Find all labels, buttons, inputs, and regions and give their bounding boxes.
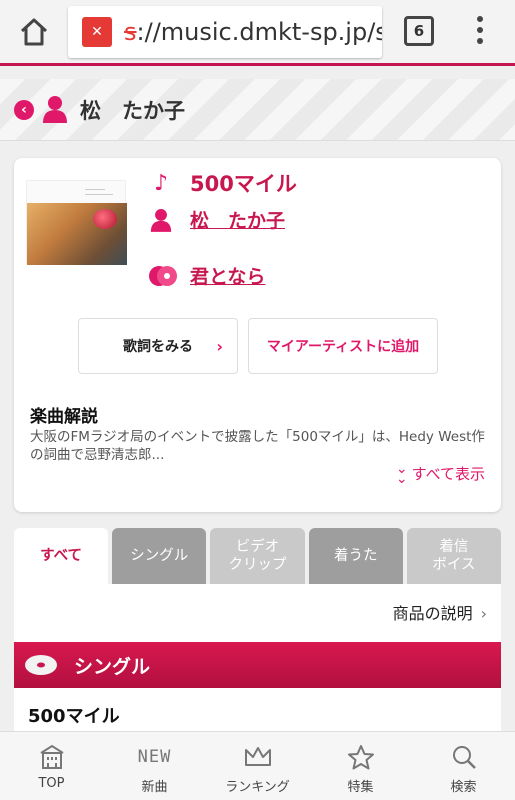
chevron-right-icon: › [216, 336, 223, 356]
tab-all[interactable]: すべて [14, 528, 109, 584]
overflow-menu-icon[interactable] [468, 12, 492, 52]
nav-search-label: 検索 [450, 780, 477, 795]
add-my-artist-button[interactable]: マイアーティストに追加 [248, 318, 438, 374]
person-icon [42, 95, 68, 123]
section-title: シングル [74, 655, 151, 678]
show-all-label: すべて表示 [411, 465, 485, 483]
music-note-icon: ♪ [153, 170, 169, 196]
disc-icon [24, 654, 58, 676]
insecure-lock-icon: ✕ [82, 17, 112, 47]
nav-ranking-label: ランキング [225, 780, 290, 795]
nav-ranking[interactable]: ランキング [206, 732, 309, 800]
description-title: 楽曲解説 [30, 407, 98, 427]
show-all-link[interactable]: ⌄ ⌄ すべて表示 [395, 460, 485, 487]
back-arrow-icon[interactable]: ‹ [14, 100, 34, 120]
artist-row: 松 たか子 [148, 206, 285, 233]
chevron-right-icon: › [480, 604, 487, 623]
section-header: シングル [14, 642, 501, 688]
album-link[interactable]: 君となら [190, 262, 265, 289]
list-item[interactable]: 500マイル [28, 702, 120, 728]
song-card: ♪ 500マイル 松 たか子 君となら 歌詞をみる › マイアーティストに追加 … [14, 158, 501, 512]
star-icon [347, 744, 375, 770]
product-tabs: すべて シングル ビデオ クリップ 着うた 着信 ボイス [14, 528, 502, 584]
nav-search[interactable]: 検索 [412, 732, 515, 800]
nav-new-songs-label: 新曲 [141, 780, 168, 795]
bottom-nav: TOP NEW 新曲 ランキング 特集 検索 [0, 731, 515, 800]
new-icon: NEW [137, 747, 172, 767]
tab-chaku-uta[interactable]: 着うた [308, 528, 403, 584]
album-row: 君となら [148, 262, 265, 289]
nav-top-label: TOP [38, 776, 65, 791]
nav-features-label: 特集 [347, 780, 374, 795]
url-text: s://music.dmkt-sp.jp/s [124, 18, 382, 46]
artist-header-name: 松 たか子 [80, 99, 185, 123]
building-icon [38, 744, 66, 770]
album-art[interactable] [26, 180, 127, 265]
product-description-label: 商品の説明 [392, 604, 473, 623]
url-host: ://music.dmkt-sp.jp/s [136, 18, 382, 46]
song-title-row: ♪ 500マイル [148, 168, 297, 198]
view-lyrics-button[interactable]: 歌詞をみる › [78, 318, 238, 374]
artist-link[interactable]: 松 たか子 [190, 206, 285, 233]
search-icon [450, 744, 478, 770]
view-lyrics-label: 歌詞をみる [123, 339, 193, 355]
cd-icon [148, 263, 178, 289]
description-text: 大阪のFMラジオ局のイベントで披露した「500マイル」は、Hedy West作の… [30, 429, 485, 463]
home-icon[interactable] [16, 14, 52, 50]
song-title: 500マイル [190, 172, 297, 196]
tab-single[interactable]: シングル [112, 528, 207, 584]
tab-video-clip[interactable]: ビデオ クリップ [210, 528, 305, 584]
product-description-link[interactable]: 商品の説明 › [393, 600, 487, 624]
url-scheme: s [124, 18, 137, 46]
address-bar[interactable]: ✕ s://music.dmkt-sp.jp/s [68, 6, 382, 58]
tab-ringtone-voice[interactable]: 着信 ボイス [406, 528, 502, 584]
tab-switcher-button[interactable]: 6 [404, 16, 434, 46]
double-chevron-down-icon: ⌄ ⌄ [395, 460, 408, 487]
tab-content: 商品の説明 › シングル 500マイル [14, 584, 501, 731]
browser-toolbar: ✕ s://music.dmkt-sp.jp/s 6 [0, 0, 515, 66]
nav-new-songs[interactable]: NEW 新曲 [103, 732, 206, 800]
nav-features[interactable]: 特集 [309, 732, 412, 800]
artist-header: ‹ 松 たか子 [0, 79, 515, 141]
nav-top[interactable]: TOP [0, 732, 103, 800]
crown-icon [243, 744, 273, 770]
person-icon [148, 207, 174, 233]
